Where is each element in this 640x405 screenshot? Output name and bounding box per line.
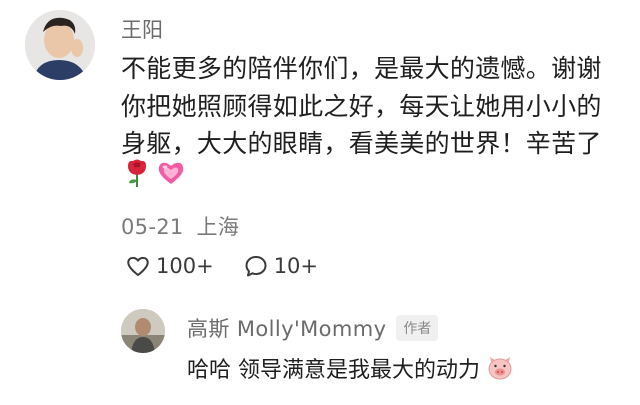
rose-icon: [128, 159, 146, 187]
reply-count: 10+: [273, 254, 319, 278]
reply-header: 高斯 Molly'Mommy 作者: [187, 313, 439, 343]
like-button[interactable]: 100+: [126, 254, 214, 278]
comment-meta: 05-21 上海: [121, 211, 239, 241]
comment-actions: 100+ 10+: [126, 254, 318, 278]
comment-text: 不能更多的陪伴你们，是最大的遗憾。谢谢你把她照顾得如此之好，每天让她用小小的身躯…: [121, 54, 602, 158]
avatar[interactable]: [25, 10, 95, 80]
comment-location: 上海: [196, 215, 240, 239]
heart-outline-icon: [127, 256, 149, 277]
user-photo: [121, 309, 165, 353]
reply-avatar[interactable]: [121, 309, 165, 353]
heart-icon: [158, 162, 184, 184]
like-count: 100+: [156, 254, 214, 278]
reply-text-row: 哈哈 领导满意是我最大的动力: [187, 352, 514, 384]
comment-author-name[interactable]: 王阳: [121, 14, 163, 44]
comment-bubble-icon: [245, 256, 267, 277]
reply-text: 哈哈 领导满意是我最大的动力: [187, 358, 480, 383]
emoji-row: [124, 158, 186, 188]
comment-date: 05-21: [121, 215, 184, 239]
reply-author-name[interactable]: 高斯 Molly'Mommy: [187, 313, 386, 343]
author-badge: 作者: [396, 315, 439, 341]
pig-face-icon: [488, 357, 512, 380]
user-photo: [25, 10, 95, 80]
reply-button[interactable]: 10+: [244, 254, 318, 278]
